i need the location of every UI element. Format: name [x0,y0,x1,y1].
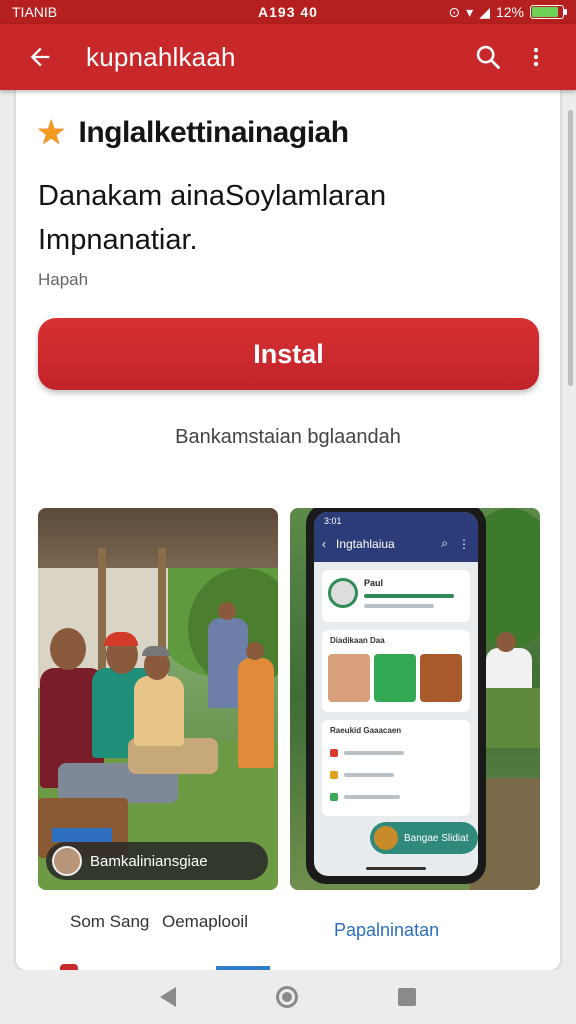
wifi-icon: ▾ [466,3,474,20]
search-icon [476,45,500,69]
status-icons: ⊙ ▾ ◢ 12% [414,3,567,21]
phone-profile-name: Paul [364,578,384,588]
star-icon: ★ [36,114,67,152]
footer-label-2: Oemaplooil [162,912,248,931]
screenshot-phone-mockup[interactable]: 3:01 ‹ Ingtahlaiua ⌕ ⋮ Paul Diadikaan Da… [290,508,540,890]
install-note: Bankamstaian bglaandah [175,426,401,448]
nav-recents-icon[interactable] [398,988,416,1006]
phone-app-bar: 3:01 ‹ Ingtahlaiua ⌕ ⋮ [314,512,478,562]
footer-label-1: Som Sang [70,912,150,931]
battery-icon [530,5,567,19]
battery-percent: 12% [495,4,524,20]
search-button[interactable] [464,33,512,81]
install-button[interactable]: Instal [38,318,539,390]
phone-title: Ingtahlaiua [336,536,395,551]
phone-section-title: Raeukid Gaaacaen [330,726,402,735]
app-bar: kupnahlkaah [0,24,576,90]
screenshot-village-photo[interactable]: Bamkaliniansgiae [38,508,278,890]
avatar [328,578,358,608]
more-options-button[interactable] [512,33,560,81]
status-left-text: TIANIB [12,4,58,20]
caption-text: Bamkaliniansgiae [90,852,208,870]
alarm-icon: ⊙ [448,3,461,20]
app-detail-card: ★ Inglalkettinainagiah Danakam ainaSoyla… [16,90,560,970]
screenshot-caption: Bamkaliniansgiae [46,842,268,880]
status-bar: TIANIB A193 40 ⊙ ▾ ◢ 12% [0,0,576,24]
app-description: Danakam ainaSoylamlaran Impnanatiar. [38,180,387,256]
phone-fab-label: Bangae Slidiat [404,832,469,844]
phone-back-icon: ‹ [322,536,326,551]
phone-profile-card: Paul [322,570,470,622]
app-subtitle: Hapah [38,270,89,289]
more-vert-icon [533,47,539,67]
phone-fab: Bangae Slidiat [370,822,478,854]
phone-section-media: Diadikaan Daa [322,630,470,712]
scrollbar[interactable] [568,110,573,386]
nav-back-icon[interactable] [160,987,176,1007]
signal-icon: ◢ [479,3,490,20]
phone-section-list: Raeukid Gaaacaen [322,720,470,816]
avatar [52,846,82,876]
status-time: A193 40 [258,4,318,20]
footer-link[interactable]: Papalninatan [334,920,439,941]
app-heading: ★ Inglalkettinainagiah [36,116,349,150]
back-button[interactable] [16,33,64,81]
system-nav-bar [0,970,576,1024]
app-name: Inglalkettinainagiah [78,116,349,149]
phone-section-title: Diadikaan Daa [330,636,385,645]
arrow-left-icon [30,47,50,67]
app-bar-title: kupnahlkaah [86,41,236,72]
phone-search-icon: ⌕ [441,536,448,550]
phone-more-icon: ⋮ [458,536,470,551]
nav-home-icon[interactable] [276,986,298,1008]
phone-status-time: 3:01 [324,516,342,526]
